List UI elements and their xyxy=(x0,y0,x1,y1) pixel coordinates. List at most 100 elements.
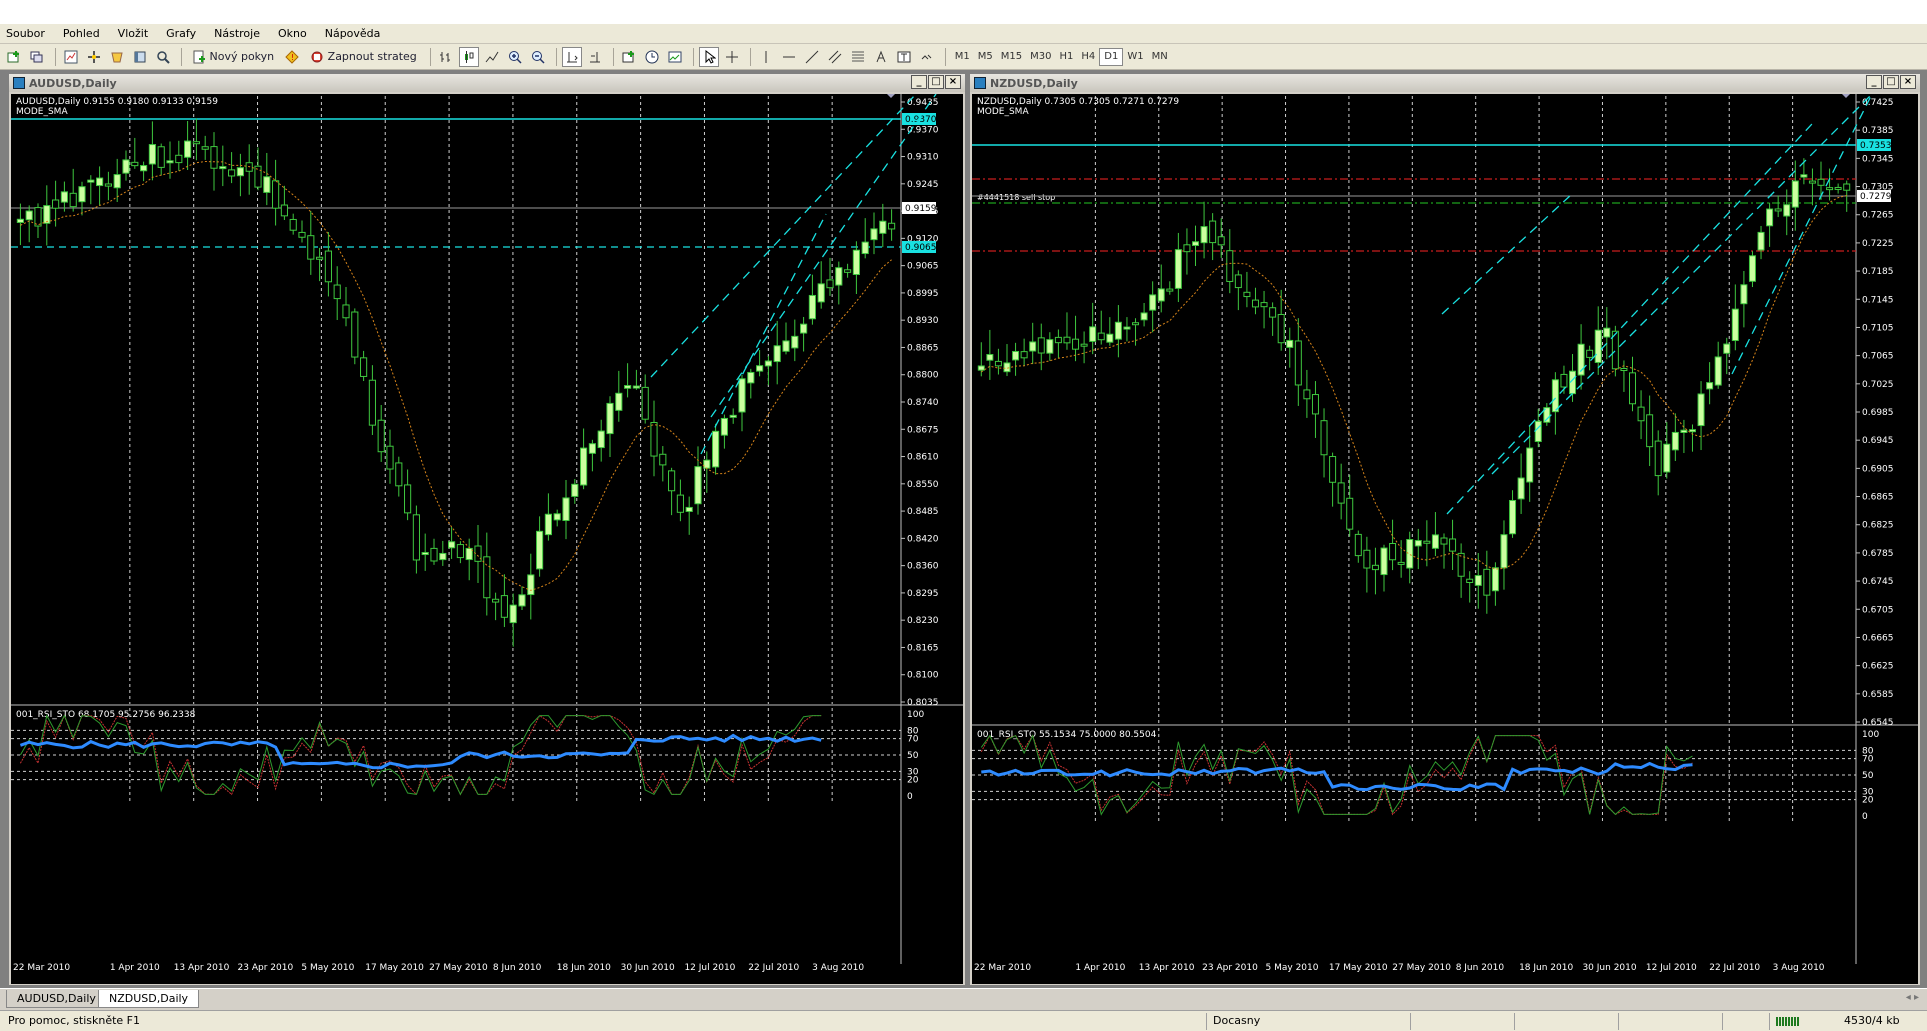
new-order-label: Nový pokyn xyxy=(209,50,275,63)
chart-canvas-nzdusd[interactable]: 22 Mar 2010 1 Apr 2010 13 Apr 2010 23 Apr 2… xyxy=(972,94,1918,984)
zoom-out-icon[interactable] xyxy=(528,47,548,67)
chart-window-title-bar[interactable]: AUDUSD,Daily _ □ × xyxy=(9,74,965,92)
candle-body xyxy=(69,192,77,208)
timeframe-h4[interactable]: H4 xyxy=(1077,48,1099,66)
candle-body xyxy=(650,421,658,457)
chart-window-title-bar[interactable]: NZDUSD,Daily _ □ × xyxy=(970,74,1920,92)
menu-napoveda[interactable]: Nápověda xyxy=(325,27,381,40)
cursor-icon[interactable] xyxy=(698,46,719,67)
autoscroll-icon[interactable] xyxy=(561,46,582,67)
timeframe-mn[interactable]: MN xyxy=(1148,48,1172,66)
candle-body xyxy=(1174,249,1182,289)
bar-chart-icon[interactable] xyxy=(436,47,456,67)
tab-audusd[interactable]: AUDUSD,Daily xyxy=(6,990,107,1008)
candle-body xyxy=(43,205,51,224)
candle-body xyxy=(184,140,192,158)
candle-body xyxy=(1209,220,1217,244)
minimize-button[interactable]: _ xyxy=(1866,75,1882,89)
candle-body xyxy=(764,360,772,367)
price-tick-label: 0.6705 xyxy=(1862,605,1894,615)
menu-pohled[interactable]: Pohled xyxy=(63,27,100,40)
market-watch-icon[interactable] xyxy=(61,47,81,67)
date-tick-label: 30 Jun 2010 xyxy=(621,963,675,973)
vertical-line-icon[interactable] xyxy=(756,47,776,67)
data-window-icon[interactable] xyxy=(130,47,150,67)
templates-icon[interactable] xyxy=(665,47,685,67)
timeframe-m30[interactable]: M30 xyxy=(1026,48,1055,66)
candle-body xyxy=(157,146,165,168)
candle-body xyxy=(1714,356,1722,386)
zoom-in-icon[interactable] xyxy=(505,47,525,67)
candles-icon[interactable] xyxy=(458,46,479,67)
horizontal-line-icon[interactable] xyxy=(779,47,799,67)
indicators-icon[interactable] xyxy=(619,47,639,67)
candle-body xyxy=(659,453,667,466)
indicator-tick-label: 50 xyxy=(1862,771,1874,781)
crosshair-icon[interactable] xyxy=(722,47,742,67)
candle-body xyxy=(113,174,121,189)
navigator-icon[interactable] xyxy=(84,47,104,67)
close-button[interactable]: × xyxy=(1900,75,1916,89)
candle-body xyxy=(1560,373,1568,388)
tab-nzdusd[interactable]: NZDUSD,Daily xyxy=(98,990,200,1008)
fibonacci-icon[interactable] xyxy=(848,47,868,67)
chart-window-audusd[interactable]: AUDUSD,Daily _ □ × 22 Mar 2010 1 Apr 2010… xyxy=(8,73,966,986)
chart-header-mode: MODE_SMA xyxy=(977,107,1029,117)
timeframe-m5[interactable]: M5 xyxy=(974,48,997,66)
menu-soubor[interactable]: Soubor xyxy=(6,27,45,40)
chart-tab-bar: AUDUSD,Daily NZDUSD,Daily ◂ ▸ xyxy=(0,988,1927,1008)
candle-body xyxy=(1234,274,1242,289)
menu-vlozit[interactable]: Vložit xyxy=(118,27,148,40)
trendline-icon[interactable] xyxy=(802,47,822,67)
indicator-tick-label: 70 xyxy=(1862,755,1874,765)
profiles-icon[interactable] xyxy=(27,47,47,67)
status-profile: Docasny xyxy=(1206,1013,1406,1030)
timeframe-h1[interactable]: H1 xyxy=(1056,48,1078,66)
timeframe-w1[interactable]: W1 xyxy=(1123,48,1147,66)
timeframe-d1[interactable]: D1 xyxy=(1099,47,1124,66)
line-chart-icon[interactable] xyxy=(482,47,502,67)
menu-nastroje[interactable]: Nástroje xyxy=(214,27,260,40)
chart-window-nzdusd[interactable]: NZDUSD,Daily _ □ × 22 Mar 2010 1 Apr 2010… xyxy=(969,73,1921,986)
price-tick-label: 0.8035 xyxy=(907,698,939,708)
candle-body xyxy=(219,166,227,170)
candle-body xyxy=(1808,180,1816,184)
restore-button[interactable]: □ xyxy=(928,75,944,89)
strategy-tester-icon[interactable] xyxy=(153,47,173,67)
candle-body xyxy=(1337,482,1345,504)
new-order-button[interactable]: Nový pokyn xyxy=(187,47,279,67)
text-icon[interactable] xyxy=(871,47,891,67)
terminal-icon[interactable] xyxy=(107,47,127,67)
candle-body xyxy=(1654,440,1662,477)
menu-grafy[interactable]: Grafy xyxy=(166,27,196,40)
close-button[interactable]: × xyxy=(945,75,961,89)
tab-scroll-arrows[interactable]: ◂ ▸ xyxy=(1906,992,1919,1003)
candle-body xyxy=(509,604,517,624)
candle-body xyxy=(483,556,491,599)
minimize-button[interactable]: _ xyxy=(911,75,927,89)
date-tick-label: 30 Jun 2010 xyxy=(1582,963,1636,973)
arrows-icon[interactable] xyxy=(917,47,937,67)
strategy-label: Zapnout strateg xyxy=(327,50,417,63)
strategy-toggle-button[interactable]: Zapnout strateg xyxy=(305,47,422,67)
menu-okno[interactable]: Okno xyxy=(278,27,307,40)
periods-icon[interactable] xyxy=(642,47,662,67)
restore-button[interactable]: □ xyxy=(1883,75,1899,89)
price-tick-label: 0.8610 xyxy=(907,453,939,463)
status-traffic: 4530/4 kb xyxy=(1844,1014,1900,1027)
chart-shift-icon[interactable] xyxy=(585,47,605,67)
date-tick-label: 17 May 2010 xyxy=(1329,963,1388,973)
label-icon[interactable] xyxy=(894,47,914,67)
toolbar-separator xyxy=(749,47,751,66)
expert-icon[interactable]: ! xyxy=(282,47,302,67)
chart-canvas-audusd[interactable]: 22 Mar 2010 1 Apr 2010 13 Apr 2010 23 Apr 2… xyxy=(11,94,963,984)
channel-icon[interactable] xyxy=(825,47,845,67)
toolbar-separator xyxy=(181,47,182,66)
price-tick-label: 0.6545 xyxy=(1862,718,1894,728)
timeframe-m15[interactable]: M15 xyxy=(997,48,1026,66)
candle-body xyxy=(588,443,596,454)
new-chart-icon[interactable] xyxy=(4,47,24,67)
timeframe-m1[interactable]: M1 xyxy=(951,48,974,66)
date-tick-label: 12 Jul 2010 xyxy=(1646,963,1697,973)
candle-body xyxy=(1303,389,1311,400)
